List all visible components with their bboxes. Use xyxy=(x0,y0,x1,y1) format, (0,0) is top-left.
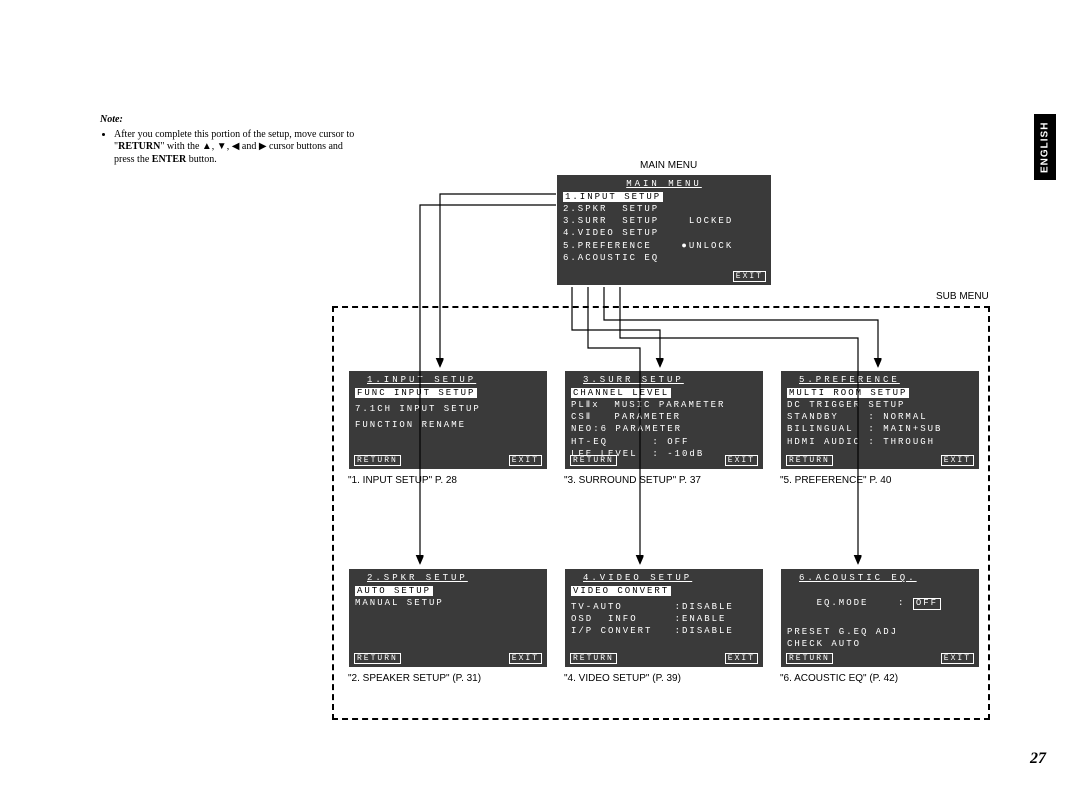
cursor-arrows-icon: ▲, ▼, ◀ and ▶ xyxy=(202,141,267,152)
osd-row: BILINGUAL : MAIN+SUB xyxy=(787,423,973,435)
osd-main-menu: MAIN MENU 1.INPUT SETUP 2.SPKR SETUP 3.S… xyxy=(556,174,772,286)
osd-title: 1.INPUT SETUP xyxy=(355,375,541,385)
exit-button: EXIT xyxy=(941,653,974,664)
osd-title: 3.SURR SETUP xyxy=(571,375,757,385)
osd-row: HDMI AUDIO : THROUGH xyxy=(787,436,973,448)
osd-acoustic-eq: 6.ACOUSTIC EQ. EQ.MODE : OFF PRESET G.EQ… xyxy=(780,568,980,668)
caption-video-setup: "4. VIDEO SETUP" (P. 39) xyxy=(564,673,681,684)
caption-speaker-setup: "2. SPEAKER SETUP" (P. 31) xyxy=(348,673,481,684)
osd-title: 5.PREFERENCE xyxy=(787,375,973,385)
return-button: RETURN xyxy=(570,653,617,664)
eq-mode-sep: : xyxy=(898,598,905,608)
exit-button: EXIT xyxy=(725,455,758,466)
note-block: Note: After you complete this portion of… xyxy=(100,114,360,166)
caption-acoustic-eq: "6. ACOUSTIC EQ" (P. 42) xyxy=(780,673,898,684)
osd-row: 5.PREFERENCE ●UNLOCK xyxy=(563,240,765,252)
osd-speaker-setup: 2.SPKR SETUP AUTO SETUP MANUAL SETUP RET… xyxy=(348,568,548,668)
osd-row: DC TRIGGER SETUP xyxy=(787,399,973,411)
exit-button: EXIT xyxy=(725,653,758,664)
osd-row: 6.ACOUSTIC EQ xyxy=(563,252,765,264)
eq-mode-value: OFF xyxy=(913,598,941,610)
note-text: button. xyxy=(186,154,217,165)
return-button: RETURN xyxy=(786,455,833,466)
osd-row: 3.SURR SETUP LOCKED xyxy=(563,215,765,227)
exit-button: EXIT xyxy=(509,455,542,466)
osd-row: OSD INFO :ENABLE xyxy=(571,613,757,625)
note-return-word: RETURN xyxy=(118,141,160,152)
osd-row-highlight: AUTO SETUP xyxy=(355,586,433,596)
osd-row: TV-AUTO :DISABLE xyxy=(571,601,757,613)
note-text: " with the xyxy=(160,141,202,152)
osd-row: 7.1CH INPUT SETUP xyxy=(355,403,541,415)
osd-row: PRESET G.EQ ADJ xyxy=(787,626,973,638)
osd-input-setup: 1.INPUT SETUP FUNC INPUT SETUP 7.1CH INP… xyxy=(348,370,548,470)
osd-video-setup: 4.VIDEO SETUP VIDEO CONVERT TV-AUTO :DIS… xyxy=(564,568,764,668)
caption-surround-setup: "3. SURROUND SETUP" P. 37 xyxy=(564,475,701,486)
osd-row: EQ.MODE : OFF xyxy=(787,585,973,622)
return-button: RETURN xyxy=(354,455,401,466)
osd-row-highlight: MULTI ROOM SETUP xyxy=(787,388,909,398)
osd-row-highlight: VIDEO CONVERT xyxy=(571,586,671,596)
osd-row: NEO:6 PARAMETER xyxy=(571,423,757,435)
caption-preference: "5. PREFERENCE" P. 40 xyxy=(780,475,891,486)
osd-title: 6.ACOUSTIC EQ. xyxy=(787,573,973,583)
osd-row: 2.SPKR SETUP xyxy=(563,203,765,215)
osd-title: 2.SPKR SETUP xyxy=(355,573,541,583)
osd-title: MAIN MENU xyxy=(563,179,765,189)
osd-row: CSⅡ PARAMETER xyxy=(571,411,757,423)
osd-row: HT-EQ : OFF xyxy=(571,436,757,448)
note-enter-word: ENTER xyxy=(152,154,186,165)
osd-row-highlight: 1.INPUT SETUP xyxy=(563,192,663,202)
osd-preference: 5.PREFERENCE MULTI ROOM SETUP DC TRIGGER… xyxy=(780,370,980,470)
caption-input-setup: "1. INPUT SETUP" P. 28 xyxy=(348,475,457,486)
return-button: RETURN xyxy=(570,455,617,466)
exit-button: EXIT xyxy=(733,271,766,282)
note-item: After you complete this portion of the s… xyxy=(114,129,360,167)
osd-row: 4.VIDEO SETUP xyxy=(563,227,765,239)
osd-surround-setup: 3.SURR SETUP CHANNEL LEVEL PLⅡx MUSIC PA… xyxy=(564,370,764,470)
osd-title: 4.VIDEO SETUP xyxy=(571,573,757,583)
osd-row-highlight: CHANNEL LEVEL xyxy=(571,388,671,398)
note-heading: Note: xyxy=(100,114,360,127)
osd-row: STANDBY : NORMAL xyxy=(787,411,973,423)
exit-button: EXIT xyxy=(941,455,974,466)
osd-row: MANUAL SETUP xyxy=(355,597,541,609)
osd-row: CHECK AUTO xyxy=(787,638,973,650)
page-number: 27 xyxy=(1030,750,1046,768)
osd-row: I/P CONVERT :DISABLE xyxy=(571,625,757,637)
return-button: RETURN xyxy=(786,653,833,664)
osd-row-highlight: FUNC INPUT SETUP xyxy=(355,388,477,398)
label-sub-menu: SUB MENU xyxy=(936,291,989,302)
eq-mode-key: EQ.MODE xyxy=(817,598,869,608)
label-main-menu: MAIN MENU xyxy=(640,160,697,171)
language-tab: ENGLISH xyxy=(1034,114,1056,180)
return-button: RETURN xyxy=(354,653,401,664)
osd-row: PLⅡx MUSIC PARAMETER xyxy=(571,399,757,411)
exit-button: EXIT xyxy=(509,653,542,664)
osd-row: FUNCTION RENAME xyxy=(355,419,541,431)
